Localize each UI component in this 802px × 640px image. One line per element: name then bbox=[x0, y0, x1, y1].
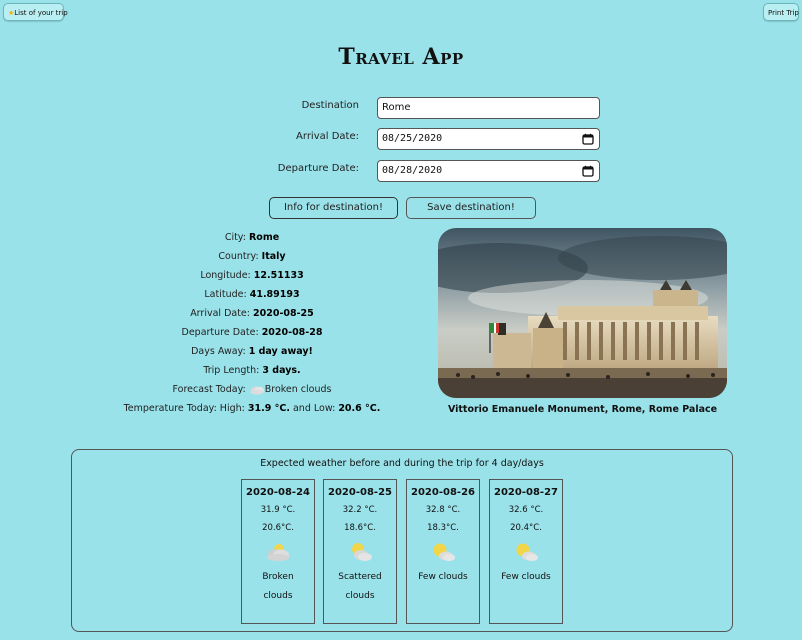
departure-value: 2020-08-28 bbox=[261, 327, 323, 338]
forecast-day-card: 2020-08-27 32.6 °C. 20.4°C. Few clouds bbox=[489, 479, 563, 624]
city-value: Rome bbox=[248, 232, 280, 243]
forecast-description: Broken clouds bbox=[242, 568, 314, 606]
save-destination-button[interactable]: Save destination! bbox=[406, 197, 536, 219]
destination-info: City: Rome Country: Italy Longitude: 12.… bbox=[80, 232, 424, 422]
trip-length-line: Trip Length: 3 days. bbox=[80, 365, 424, 384]
arrival-date-value: 08/25/2020 bbox=[382, 133, 443, 144]
temperature-line: Temperature Today: High: 31.9 °C. and Lo… bbox=[80, 403, 424, 422]
forecast-day-card: 2020-08-26 32.8 °C. 18.3°C. Few clouds bbox=[406, 479, 480, 624]
forecast-line: Forecast Today: Broken clouds bbox=[80, 384, 424, 403]
forecast-date: 2020-08-24 bbox=[246, 487, 310, 498]
latitude-line: Latitude: 41.89193 bbox=[80, 289, 424, 308]
forecast-description-line1: Broken bbox=[262, 572, 294, 582]
city-line: City: Rome bbox=[80, 232, 424, 251]
forecast-high: 32.2 °C. bbox=[342, 505, 378, 515]
departure-date-row: Departure Date: 08/28/2020 bbox=[0, 160, 802, 182]
days-away-value: 1 day away! bbox=[248, 346, 313, 357]
latitude-label: Latitude: bbox=[204, 289, 247, 300]
forecast-description-line1: Few clouds bbox=[501, 572, 551, 582]
arrival-label: Arrival Date: bbox=[190, 308, 250, 319]
departure-date-input[interactable]: 08/28/2020 bbox=[377, 160, 600, 182]
weather-title: Expected weather before and during the t… bbox=[260, 458, 544, 469]
country-label: Country: bbox=[218, 251, 259, 262]
list-of-trip-label: List of your trip bbox=[14, 9, 68, 17]
weather-forecast-panel: Expected weather before and during the t… bbox=[71, 449, 733, 632]
destination-row: Destination Rome bbox=[0, 97, 802, 119]
latitude-value: 41.89193 bbox=[249, 289, 300, 300]
few-clouds-icon bbox=[433, 543, 455, 561]
monument-photo-image bbox=[438, 228, 727, 398]
forecast-description-line2: clouds bbox=[345, 591, 375, 601]
forecast-date: 2020-08-26 bbox=[411, 487, 475, 498]
forecast-day-card: 2020-08-25 32.2 °C. 18.6°C. Scattered clo… bbox=[323, 479, 397, 624]
temp-low-value: 20.6 °C. bbox=[338, 403, 381, 414]
forecast-description-line2: clouds bbox=[263, 591, 293, 601]
departure-date-value: 08/28/2020 bbox=[382, 165, 443, 176]
calendar-icon[interactable] bbox=[582, 165, 594, 177]
longitude-value: 12.51133 bbox=[253, 270, 304, 281]
temp-high-value: 31.9 °C. bbox=[247, 403, 290, 414]
days-away-label: Days Away: bbox=[191, 346, 246, 357]
country-line: Country: Italy bbox=[80, 251, 424, 270]
list-of-trip-button[interactable]: ★List of your trip bbox=[3, 3, 68, 21]
forecast-label: Forecast Today: bbox=[172, 384, 246, 395]
page-title: Travel App bbox=[338, 44, 464, 70]
destination-photo bbox=[438, 228, 727, 398]
destination-input[interactable]: Rome bbox=[377, 97, 600, 119]
forecast-high: 32.8 °C. bbox=[425, 505, 461, 515]
departure-date-label: Departure Date: bbox=[277, 163, 359, 174]
arrival-value: 2020-08-25 bbox=[253, 308, 314, 319]
departure-label: Departure Date: bbox=[181, 327, 259, 338]
forecast-low: 20.6°C. bbox=[262, 523, 294, 533]
forecast-value: Broken clouds bbox=[264, 384, 332, 395]
destination-label: Destination bbox=[301, 100, 359, 111]
longitude-label: Longitude: bbox=[200, 270, 251, 281]
forecast-day-card: 2020-08-24 31.9 °C. 20.6°C. Broken clouds bbox=[241, 479, 315, 624]
scattered-clouds-icon bbox=[352, 543, 372, 561]
forecast-description-line1: Few clouds bbox=[418, 572, 468, 582]
photo-caption: Vittorio Emanuele Monument, Rome, Rome P… bbox=[447, 404, 718, 415]
forecast-date: 2020-08-25 bbox=[328, 487, 392, 498]
forecast-description-line1: Scattered bbox=[338, 572, 382, 582]
temperature-label: Temperature Today: High: bbox=[123, 403, 245, 414]
country-value: Italy bbox=[261, 251, 286, 262]
arrival-date-label: Arrival Date: bbox=[296, 131, 359, 142]
forecast-low: 18.3°C. bbox=[427, 523, 459, 533]
forecast-description: Few clouds bbox=[490, 568, 562, 587]
calendar-icon[interactable] bbox=[582, 133, 594, 145]
arrival-date-input[interactable]: 08/25/2020 bbox=[377, 128, 600, 150]
arrival-line: Arrival Date: 2020-08-25 bbox=[80, 308, 424, 327]
forecast-date: 2020-08-27 bbox=[494, 487, 558, 498]
departure-line: Departure Date: 2020-08-28 bbox=[80, 327, 424, 346]
arrival-date-row: Arrival Date: 08/25/2020 bbox=[0, 128, 802, 150]
longitude-line: Longitude: 12.51133 bbox=[80, 270, 424, 289]
forecast-high: 31.9 °C. bbox=[260, 505, 296, 515]
days-away-line: Days Away: 1 day away! bbox=[80, 346, 424, 365]
few-clouds-icon bbox=[516, 543, 538, 561]
trip-length-value: 3 days. bbox=[262, 365, 301, 376]
trip-length-label: Trip Length: bbox=[203, 365, 260, 376]
broken-clouds-icon bbox=[267, 544, 289, 561]
temp-low-label: and Low: bbox=[292, 403, 336, 414]
city-label: City: bbox=[224, 232, 246, 243]
print-trip-button[interactable]: Print Trip bbox=[763, 3, 799, 21]
broken-clouds-icon bbox=[250, 386, 264, 395]
forecast-low: 20.4°C. bbox=[510, 523, 542, 533]
forecast-description: Scattered clouds bbox=[324, 568, 396, 606]
info-for-destination-button[interactable]: Info for destination! bbox=[269, 197, 398, 219]
forecast-high: 32.6 °C. bbox=[508, 505, 544, 515]
forecast-description: Few clouds bbox=[407, 568, 479, 587]
forecast-low: 18.6°C. bbox=[344, 523, 376, 533]
